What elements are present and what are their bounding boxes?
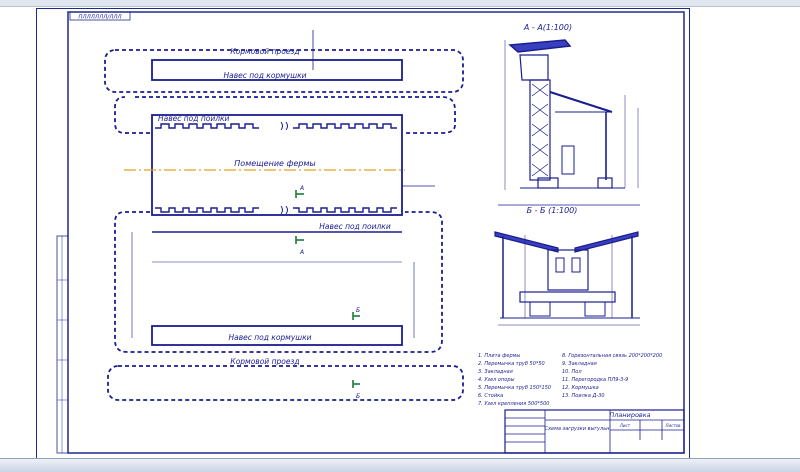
legend-item: 9. Закладная <box>562 361 597 367</box>
drinker-canopy-bottom-label: Навес под поилки <box>319 222 391 231</box>
legend-item: 10. Пол <box>562 369 582 375</box>
stamp-code: ПЛЛЛЛЛЛ/ЛЛЛ <box>78 15 121 21</box>
section-bb-drawing <box>494 231 640 326</box>
legend-list: 1. Плита фермы 2. Перемычка труб 50*50 3… <box>478 353 662 407</box>
section-b-marks <box>352 312 360 388</box>
legend-item: 1. Плита фермы <box>478 353 520 359</box>
section-a-marks <box>295 190 304 244</box>
section-b-mark-top: Б <box>356 307 360 314</box>
feed-drive-bottom-label: Кормовой проезд <box>230 357 299 366</box>
trough-canopy-bottom-label: Навес под кормушки <box>228 333 311 342</box>
legend-item: 8. Горизонтальная связь 200*200*200 <box>562 353 662 359</box>
legend-item: 2. Перемычка труб 50*50 <box>478 361 545 367</box>
title-block-sheet-label: Лист <box>619 423 631 428</box>
section-a-mark-bottom: А <box>299 249 304 256</box>
section-b-mark-bottom: Б <box>356 393 360 400</box>
binding-strip <box>56 235 69 454</box>
drawing-canvas: ПЛЛЛЛЛЛ/ЛЛЛ Кормовой проезд Навес под ко… <box>56 11 685 454</box>
feed-drive-bottom-outline <box>107 365 464 401</box>
legend-item: 6. Стойка <box>478 393 503 399</box>
section-a-mark-top: А <box>299 185 304 192</box>
drinker-canopy-top-label: Навес под поилки <box>158 114 230 123</box>
title-block-sheets-label: Листов <box>665 423 682 428</box>
legend-item: 11. Перегородка ПЛ9-3-9 <box>562 377 628 383</box>
legend-item: 5. Перемычка труб 150*150 <box>478 385 551 391</box>
feed-drive-top-label: Кормовой проезд <box>230 47 299 56</box>
section-aa-drawing <box>504 39 639 190</box>
title-block-doc-title: Планировка <box>609 411 650 419</box>
yard-enclosure <box>114 211 443 353</box>
section-aa-title: А - А(1:100) <box>523 23 572 32</box>
section-bb-title: Б - Б (1:100) <box>527 206 578 215</box>
legend-item: 7. Узел крепления 500*500 <box>478 401 549 407</box>
trough-canopy-top-label: Навес под кормушки <box>223 71 306 80</box>
title-block-sheet-name: Схема загрузки выгульн <box>545 426 611 432</box>
farm-room-label: Помещение фермы <box>234 159 315 168</box>
legend-item: 3. Закладная <box>478 369 513 375</box>
bottom-status-bar <box>0 458 800 472</box>
legend-item: 13. Поилка Д-30 <box>562 393 605 399</box>
drawing-viewport[interactable]: ПЛЛЛЛЛЛ/ЛЛЛ Кормовой проезд Навес под ко… <box>0 0 800 472</box>
legend-item: 12. Кормушка <box>562 385 599 391</box>
legend-item: 4. Узел опоры <box>478 377 514 383</box>
